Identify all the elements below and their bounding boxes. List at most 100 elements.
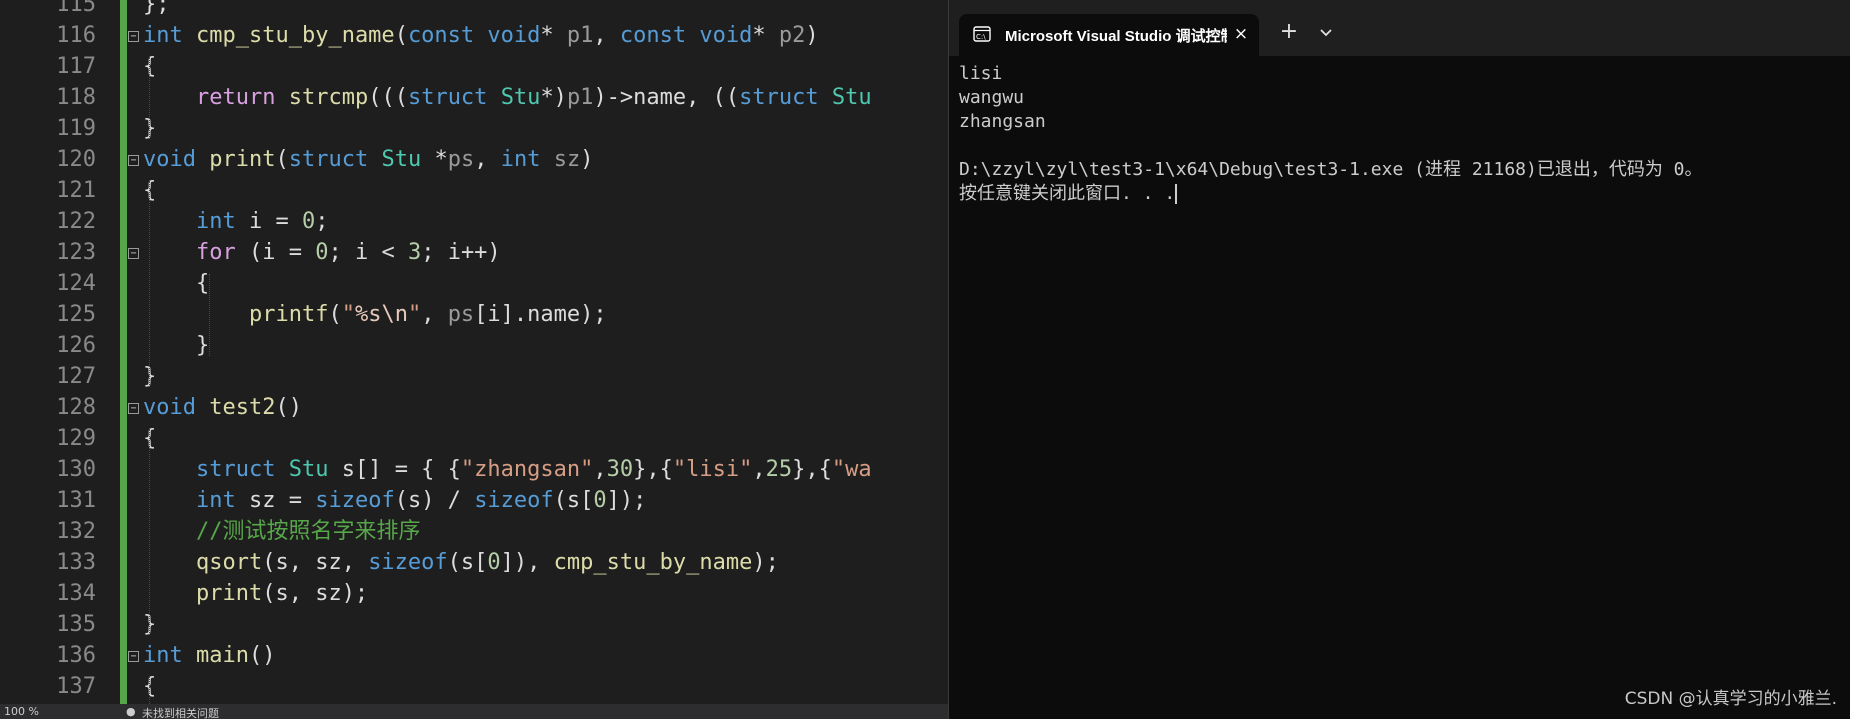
- fold-toggle-icon[interactable]: −: [128, 31, 139, 42]
- fold-toggle-icon[interactable]: −: [128, 155, 139, 166]
- code-line[interactable]: };: [143, 0, 170, 20]
- console-line-text: wangwu: [959, 87, 1025, 108]
- indent-guide: [149, 181, 150, 387]
- code-token: ,: [474, 147, 501, 172]
- code-line[interactable]: int cmp_stu_by_name(const void* p1, cons…: [143, 20, 819, 51]
- close-icon[interactable]: ×: [1231, 24, 1251, 44]
- console-line: 按任意键关闭此窗口. . .: [959, 182, 1839, 206]
- line-number: 117: [56, 54, 96, 79]
- line-number: 135: [56, 612, 96, 637]
- console-line-text: D:\zzyl\zyl\test3-1\x64\Debug\test3-1.ex…: [959, 159, 1703, 180]
- code-token: //测试按照名字来排序: [195, 519, 421, 544]
- line-number: 131: [56, 488, 96, 513]
- code-line[interactable]: printf("%s\n", ps[i].name);: [143, 299, 607, 330]
- code-token: print: [195, 581, 263, 606]
- line-number: 127: [56, 364, 96, 389]
- code-token: sizeof: [315, 488, 395, 513]
- code-token: ]),: [500, 550, 554, 575]
- code-line[interactable]: for (i = 0; i < 3; i++): [143, 237, 501, 268]
- code-token: void: [699, 23, 753, 48]
- code-token: Stu: [500, 85, 541, 110]
- code-line[interactable]: {: [143, 268, 209, 299]
- code-token: 3: [407, 240, 422, 265]
- code-line[interactable]: //测试按照名字来排序: [143, 516, 421, 547]
- code-line[interactable]: int sz = sizeof(s) / sizeof(s[0]);: [143, 485, 646, 516]
- code-line[interactable]: int main(): [143, 640, 275, 671]
- code-token: (): [248, 643, 276, 668]
- code-token: (): [275, 395, 302, 420]
- code-token: ; i <: [328, 240, 408, 265]
- code-token: ,: [752, 457, 766, 482]
- code-line[interactable]: return strcmp(((struct Stu*)p1)->name, (…: [143, 82, 872, 113]
- code-line[interactable]: }: [143, 330, 209, 361]
- zoom-level[interactable]: 100 %: [4, 705, 39, 718]
- code-token: ,: [421, 302, 448, 327]
- new-tab-button[interactable]: +: [1277, 20, 1301, 44]
- code-token: s[] = { {: [328, 457, 461, 482]
- code-token: (i =: [235, 240, 316, 265]
- code-line[interactable]: int i = 0;: [143, 206, 328, 237]
- line-number: 134: [56, 581, 96, 606]
- issues-status[interactable]: 未找到相关问题: [142, 705, 219, 719]
- code-token: int: [500, 147, 541, 172]
- tab-strip: C:\ Microsoft Visual Studio 调试控制台 × +: [949, 0, 1850, 56]
- code-token: int: [195, 488, 236, 513]
- line-number: 122: [56, 209, 96, 234]
- code-token: }: [143, 0, 157, 17]
- line-number-gutter: 115 116 117 118 119 120 121 122 123 124 125 126 127 1…: [0, 0, 100, 719]
- code-token: 25: [765, 457, 793, 482]
- code-token: struct: [407, 85, 488, 110]
- line-number: 130: [56, 457, 96, 482]
- chevron-down-icon[interactable]: [1315, 21, 1337, 43]
- code-token: sz: [553, 147, 581, 172]
- code-line[interactable]: struct Stu s[] = { {"zhangsan",30},{"lis…: [143, 454, 872, 485]
- code-token: sz =: [235, 488, 316, 513]
- code-line[interactable]: qsort(s, sz, sizeof(s[0]), cmp_stu_by_na…: [143, 547, 779, 578]
- code-token: (s) /: [394, 488, 475, 513]
- code-token: const: [407, 23, 475, 48]
- code-token: int: [143, 23, 183, 48]
- code-token: int: [143, 643, 183, 668]
- code-token: Stu: [381, 147, 422, 172]
- issues-check-icon: ●: [126, 705, 136, 718]
- code-line[interactable]: void test2(): [143, 392, 302, 423]
- code-line[interactable]: void print(struct Stu *ps, int sz): [143, 144, 593, 175]
- code-token: "wa: [831, 457, 872, 482]
- code-token: test2: [209, 395, 276, 420]
- debug-console-window[interactable]: C:\ Microsoft Visual Studio 调试控制台 × + li…: [948, 0, 1850, 719]
- code-token: ): [580, 147, 594, 172]
- code-token: Stu: [831, 85, 872, 110]
- indent-guide: [149, 57, 150, 139]
- code-token: struct: [739, 85, 819, 110]
- fold-toggle-icon[interactable]: −: [128, 403, 139, 414]
- code-token: qsort: [195, 550, 263, 575]
- code-token: Stu: [288, 457, 329, 482]
- fold-toggle-icon[interactable]: −: [128, 248, 139, 259]
- line-number: 121: [56, 178, 96, 203]
- indent-guide: [149, 429, 150, 635]
- code-token: (s, sz,: [262, 550, 369, 575]
- console-output[interactable]: lisi wangwu zhangsan D:\zzyl\zyl\test3-1\x6…: [959, 62, 1839, 206]
- editor-status-bar: 100 % ● 未找到相关问题: [0, 704, 948, 719]
- line-number: 123: [56, 240, 96, 265]
- code-token: *: [421, 147, 448, 172]
- code-token: 30: [606, 457, 634, 482]
- fold-toggle-icon[interactable]: −: [128, 651, 139, 662]
- code-token: p2: [778, 23, 806, 48]
- tab-debug-console[interactable]: C:\ Microsoft Visual Studio 调试控制台 ×: [959, 14, 1259, 56]
- code-token: cmp_stu_by_name: [196, 23, 395, 48]
- code-token: struct: [195, 457, 276, 482]
- code-line[interactable]: print(s, sz);: [143, 578, 368, 609]
- console-line-text: 按任意键关闭此窗口. . .: [959, 183, 1176, 204]
- code-editor[interactable]: 115 116 117 118 119 120 121 122 123 124 125 126 127 1…: [0, 0, 948, 719]
- code-token: }: [143, 333, 210, 358]
